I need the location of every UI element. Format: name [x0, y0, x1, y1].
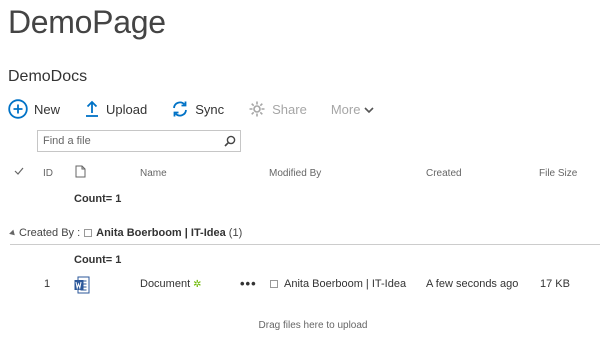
file-type-column-icon[interactable] — [75, 165, 86, 181]
sync-label: Sync — [195, 101, 225, 117]
group-count: (1) — [228, 227, 243, 239]
search-box — [37, 130, 241, 152]
row-id: 1 — [44, 278, 51, 290]
drag-upload-hint[interactable]: Drag files here to upload — [0, 320, 600, 331]
sync-icon — [171, 100, 189, 118]
person-presence-icon — [84, 229, 93, 237]
column-header-row: ID Name Modified By Created File Size — [0, 165, 600, 182]
chevron-down-icon — [364, 102, 375, 117]
row-file-size: 17 KB — [540, 278, 570, 290]
row-name-link[interactable]: Document ✲ — [140, 278, 202, 290]
person-presence-icon — [270, 280, 278, 288]
search-input[interactable] — [38, 131, 220, 151]
page-title: DemoPage — [8, 4, 166, 40]
upload-label: Upload — [106, 101, 148, 117]
row-name[interactable]: Document — [140, 278, 190, 290]
total-count: Count= 1 — [74, 193, 121, 205]
upload-icon — [84, 100, 100, 118]
more-options-icon[interactable]: ••• — [240, 276, 257, 291]
new-item-icon: ✲ — [193, 279, 202, 290]
column-header-name[interactable]: Name — [140, 168, 167, 179]
plus-circle-icon — [8, 99, 28, 119]
search-icon[interactable] — [220, 131, 240, 151]
group-count-label: Count — [74, 254, 106, 266]
group-divider — [10, 244, 600, 245]
total-count-value: = 1 — [105, 193, 122, 205]
share-icon — [248, 100, 266, 118]
word-document-icon[interactable] — [74, 276, 90, 294]
group-count-value: = 1 — [105, 254, 122, 266]
more-button[interactable]: More — [331, 102, 375, 117]
group-value[interactable]: Anita Boerboom | IT-Idea — [96, 227, 226, 239]
command-bar: New Upload Sync Share More — [8, 98, 398, 120]
row-created: A few seconds ago — [426, 278, 519, 290]
more-label: More — [330, 101, 361, 117]
new-button[interactable]: New — [8, 99, 60, 119]
column-header-modified-by[interactable]: Modified By — [269, 168, 321, 179]
column-header-created[interactable]: Created — [426, 168, 462, 179]
column-header-file-size[interactable]: File Size — [539, 168, 577, 179]
select-all-checkmark-icon[interactable] — [14, 166, 24, 179]
upload-button[interactable]: Upload — [84, 100, 147, 118]
new-label: New — [34, 101, 61, 117]
share-label: Share — [272, 101, 307, 117]
share-button[interactable]: Share — [248, 100, 307, 118]
list-title[interactable]: DemoDocs — [8, 68, 87, 86]
sync-button[interactable]: Sync — [171, 100, 224, 118]
column-header-id[interactable]: ID — [43, 168, 53, 179]
row-modified-by-link[interactable]: Anita Boerboom | IT-Idea — [284, 278, 406, 290]
collapse-triangle-icon[interactable] — [9, 229, 17, 237]
group-label: Created By : — [19, 227, 81, 239]
row-modified-by: Anita Boerboom | IT-Idea — [270, 278, 406, 290]
group-count-summary: Count= 1 — [74, 254, 121, 266]
group-header[interactable]: Created By : Anita Boerboom | IT-Idea (1… — [9, 227, 243, 239]
table-row[interactable]: 1 Document ✲ ••• Anita Boerboom | IT-Idea… — [0, 274, 600, 296]
total-count-label: Count — [74, 193, 106, 205]
